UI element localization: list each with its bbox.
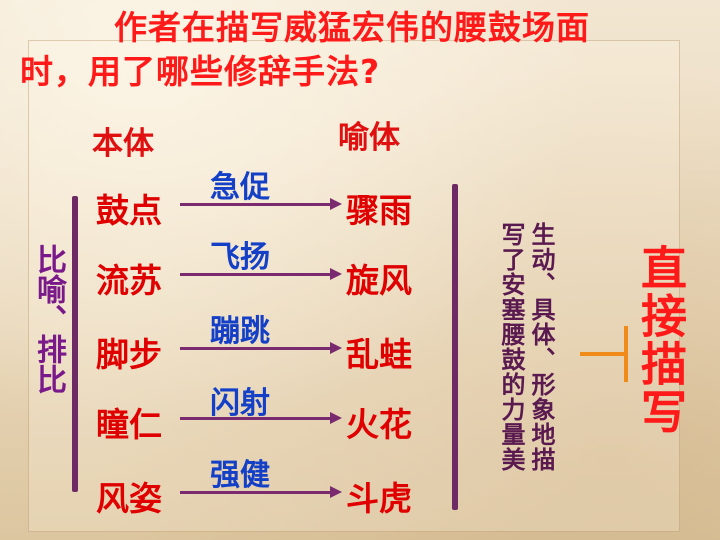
verb-item: 飞扬	[210, 240, 270, 275]
verb-item: 蹦跳	[210, 314, 270, 349]
arrow	[180, 268, 342, 280]
rhetoric-label: 比喻、排比	[31, 244, 66, 394]
arrow	[180, 486, 342, 498]
question-title: 作者在描写威猛宏伟的腰鼓场面 时，用了哪些修辞手法?	[20, 6, 710, 94]
vehicle-item: 斗虎	[346, 479, 412, 518]
vehicle-item: 火花	[346, 405, 412, 444]
vehicle-item: 乱蛙	[346, 335, 412, 374]
vehicle-item: 旋风	[346, 261, 412, 300]
question-line-2: 时，用了哪些修辞手法?	[20, 52, 381, 91]
question-line-1: 作者在描写威猛宏伟的腰鼓场面	[114, 8, 590, 47]
tenor-item: 瞳仁	[96, 405, 162, 444]
right-bracket	[452, 184, 458, 510]
connector-line	[580, 352, 628, 356]
verb-item: 急促	[210, 170, 270, 205]
left-bracket	[72, 196, 78, 492]
vehicle-item: 骤雨	[346, 191, 412, 230]
tenor-item: 脚步	[96, 335, 162, 374]
verb-item: 闪射	[210, 386, 270, 421]
verb-item: 强健	[210, 458, 270, 493]
summary-text: 生动、具体、形象地描 写了安塞腰鼓的力量美	[496, 222, 556, 472]
arrow	[180, 412, 342, 424]
conclusion-text: 直接描写	[634, 244, 688, 436]
header-vehicle: 喻体	[338, 120, 400, 156]
tenor-item: 流苏	[96, 261, 162, 300]
arrow	[180, 342, 342, 354]
summary-line-1: 生动、具体、形象地描	[527, 222, 555, 472]
header-tenor: 本体	[92, 126, 154, 162]
summary-line-2: 写了安塞腰鼓的力量美	[497, 222, 525, 472]
tenor-item: 风姿	[96, 479, 162, 518]
tenor-item: 鼓点	[96, 191, 162, 230]
arrow	[180, 198, 342, 210]
